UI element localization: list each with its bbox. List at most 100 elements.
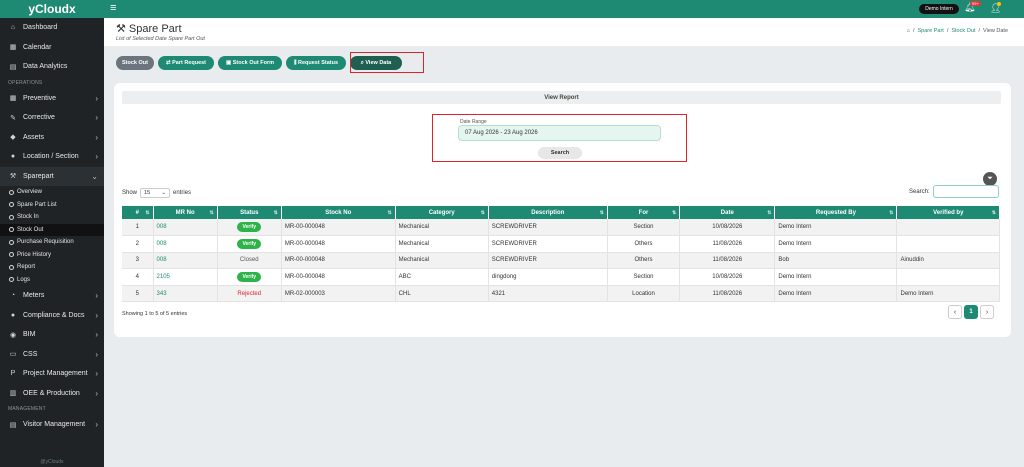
cell-desc: dingdong xyxy=(488,268,608,286)
chevron-right-icon: › xyxy=(95,330,98,340)
next-page-button[interactable]: › xyxy=(980,305,994,319)
cell-ver xyxy=(896,235,1000,253)
cell-status: Closed xyxy=(217,252,282,270)
cell-stock: MR-00-000048 xyxy=(281,268,396,286)
sort-icon: ⇅ xyxy=(145,209,150,216)
breadcrumb-stock-out[interactable]: Stock Out xyxy=(951,28,975,34)
column-header-status[interactable]: Status ⇅ xyxy=(217,206,282,219)
cell-status: Rejected xyxy=(217,285,282,303)
cell-num: 4 xyxy=(122,268,154,286)
chevron-right-icon: › xyxy=(95,388,98,398)
sidebar-sub-purchase-requisition[interactable]: Purchase Requisition xyxy=(0,236,104,249)
verify-button[interactable]: Verify xyxy=(237,272,262,283)
cell-for: Section xyxy=(607,219,681,237)
menu-toggle-icon[interactable]: ≡ xyxy=(110,2,116,14)
sort-icon: ⇅ xyxy=(480,209,485,216)
sparepart-icon: ⚒︎ xyxy=(116,23,129,35)
page-subtitle: List of Selected Date Spare Part Out xyxy=(116,36,205,42)
cell-req: Bob xyxy=(774,252,898,270)
home-icon[interactable]: ⌂ xyxy=(907,28,910,34)
sidebar-sub-spare-part-list[interactable]: Spare Part List xyxy=(0,199,104,212)
table-row: 3 008 Closed MR-00-000048 Mechanical SCREWDRI… xyxy=(122,252,1000,270)
filter-icon[interactable]: ⏷ xyxy=(983,172,997,186)
brand-logo[interactable]: yCloudx xyxy=(0,0,104,18)
breadcrumb-current: View Date xyxy=(983,28,1008,34)
stock-out-button[interactable]: Stock Out xyxy=(116,56,154,70)
chevron-right-icon: › xyxy=(95,152,98,162)
sidebar-item-assets[interactable]: ◆ Assets › xyxy=(0,128,104,148)
sort-icon: ⇅ xyxy=(991,209,996,216)
page-1-button[interactable]: 1 xyxy=(964,305,978,319)
cell-status: Verify xyxy=(217,219,282,237)
prev-page-button[interactable]: ‹ xyxy=(948,305,962,319)
chevron-right-icon: › xyxy=(95,93,98,103)
notification-badge: 99+ xyxy=(970,1,981,6)
circle-icon xyxy=(9,189,14,195)
cell-category: Mechanical xyxy=(395,252,489,270)
sidebar-sub-report[interactable]: Report xyxy=(0,261,104,274)
stock-out-form-button[interactable]: ▣ Stock Out Form xyxy=(218,56,282,70)
sidebar-item-compliance-docs[interactable]: ● Compliance & Docs › xyxy=(0,306,104,326)
sidebar-sub-logs[interactable]: Logs xyxy=(0,274,104,287)
mr-link[interactable]: 008 xyxy=(157,241,167,247)
sidebar-sub-stock-in[interactable]: Stock In xyxy=(0,211,104,224)
verify-button[interactable]: Verify xyxy=(237,222,262,233)
mr-link[interactable]: 008 xyxy=(157,224,167,230)
user-menu[interactable]: Demo Intern xyxy=(919,4,959,14)
cell-date: 11/08/2026 xyxy=(679,252,776,270)
mr-link[interactable]: 2105 xyxy=(157,274,170,280)
verify-button[interactable]: Verify xyxy=(237,238,262,249)
stock-out-table: # ⇅ MR No ⇅ Status ⇅ Stock No ⇅ Category ⇅ Descrip… xyxy=(122,206,1000,303)
home-icon: ⌂ xyxy=(10,24,16,32)
sidebar-item-calendar[interactable]: ▦ Calendar xyxy=(0,38,104,58)
column-header-requested-by[interactable]: Requested By ⇅ xyxy=(774,206,898,219)
column-header-date[interactable]: Date ⇅ xyxy=(679,206,776,219)
column-header-num[interactable]: # ⇅ xyxy=(122,206,154,219)
sidebar-item-oee-production[interactable]: ▥ OEE & Production › xyxy=(0,384,104,404)
column-header-description[interactable]: Description ⇅ xyxy=(488,206,608,219)
cell-status: Verify xyxy=(217,268,282,286)
sidebar-item-meters[interactable]: ◔ Meters › xyxy=(0,286,104,306)
sidebar-sub-stock-out[interactable]: Stock Out xyxy=(0,223,104,236)
project-icon: P xyxy=(10,370,16,378)
cell-for: Section xyxy=(607,268,681,286)
gauge-icon: ◔ xyxy=(10,292,16,300)
column-header-for[interactable]: For ⇅ xyxy=(607,206,681,219)
sidebar-item-css[interactable]: ▭ CSS › xyxy=(0,345,104,365)
factory-icon: ▥ xyxy=(9,390,17,398)
page-title: ⚒︎ Spare Part xyxy=(116,23,182,35)
search-button[interactable]: Search xyxy=(538,147,582,159)
date-range-input[interactable]: 07 Aug 2026 - 23 Aug 2026 xyxy=(458,125,661,141)
cell-ver xyxy=(896,268,1000,286)
column-header-mr-no[interactable]: MR No ⇅ xyxy=(153,206,218,219)
sidebar-item-visitor-management[interactable]: ▤ Visitor Management › xyxy=(0,415,104,435)
cell-stock: MR-02-000003 xyxy=(281,285,396,303)
cell-num: 3 xyxy=(122,252,154,270)
request-status-button[interactable]: ⫼ Request Status xyxy=(286,56,346,70)
table-row: 4 2105 Verify MR-00-000048 ABC dingdong Sectio… xyxy=(122,268,1000,286)
sidebar-sub-price-history[interactable]: Price History xyxy=(0,249,104,262)
mr-link[interactable]: 008 xyxy=(157,257,167,263)
sidebar-item-preventive[interactable]: ▦ Preventive › xyxy=(0,89,104,109)
sidebar-item-location-section[interactable]: ● Location / Section › xyxy=(0,147,104,167)
sidebar-item-bim[interactable]: ◉ BIM › xyxy=(0,325,104,345)
mr-link[interactable]: 343 xyxy=(157,291,167,297)
part-request-button[interactable]: ⇄ Part Request xyxy=(158,56,214,70)
column-header-verified-by[interactable]: Verified by ⇅ xyxy=(896,206,1000,219)
column-header-stock-no[interactable]: Stock No ⇅ xyxy=(281,206,396,219)
sidebar-item-data-analytics[interactable]: ▤ Data Analytics xyxy=(0,57,104,77)
location-icon: ● xyxy=(10,153,16,161)
sidebar-item-sparepart[interactable]: ⚒ Sparepart ⌄ xyxy=(0,166,104,186)
cell-date: 11/08/2026 xyxy=(679,235,776,253)
sidebar-item-project-management[interactable]: P Project Management › xyxy=(0,364,104,384)
column-header-category[interactable]: Category ⇅ xyxy=(395,206,489,219)
cell-stock: MR-00-000048 xyxy=(281,235,396,253)
operations-label: OPERATIONS xyxy=(8,79,43,86)
search-input[interactable] xyxy=(932,185,999,198)
breadcrumb-spare-part[interactable]: Spare Part xyxy=(918,28,944,34)
sidebar-sub-overview[interactable]: Overview xyxy=(0,186,104,199)
sidebar-item-corrective[interactable]: ✎ Corrective › xyxy=(0,108,104,128)
entries-select[interactable]: 15 ⌄ xyxy=(140,188,171,198)
sidebar-item-dashboard[interactable]: ⌂ Dashboard xyxy=(0,18,104,38)
cell-date: 10/08/2026 xyxy=(679,219,776,237)
